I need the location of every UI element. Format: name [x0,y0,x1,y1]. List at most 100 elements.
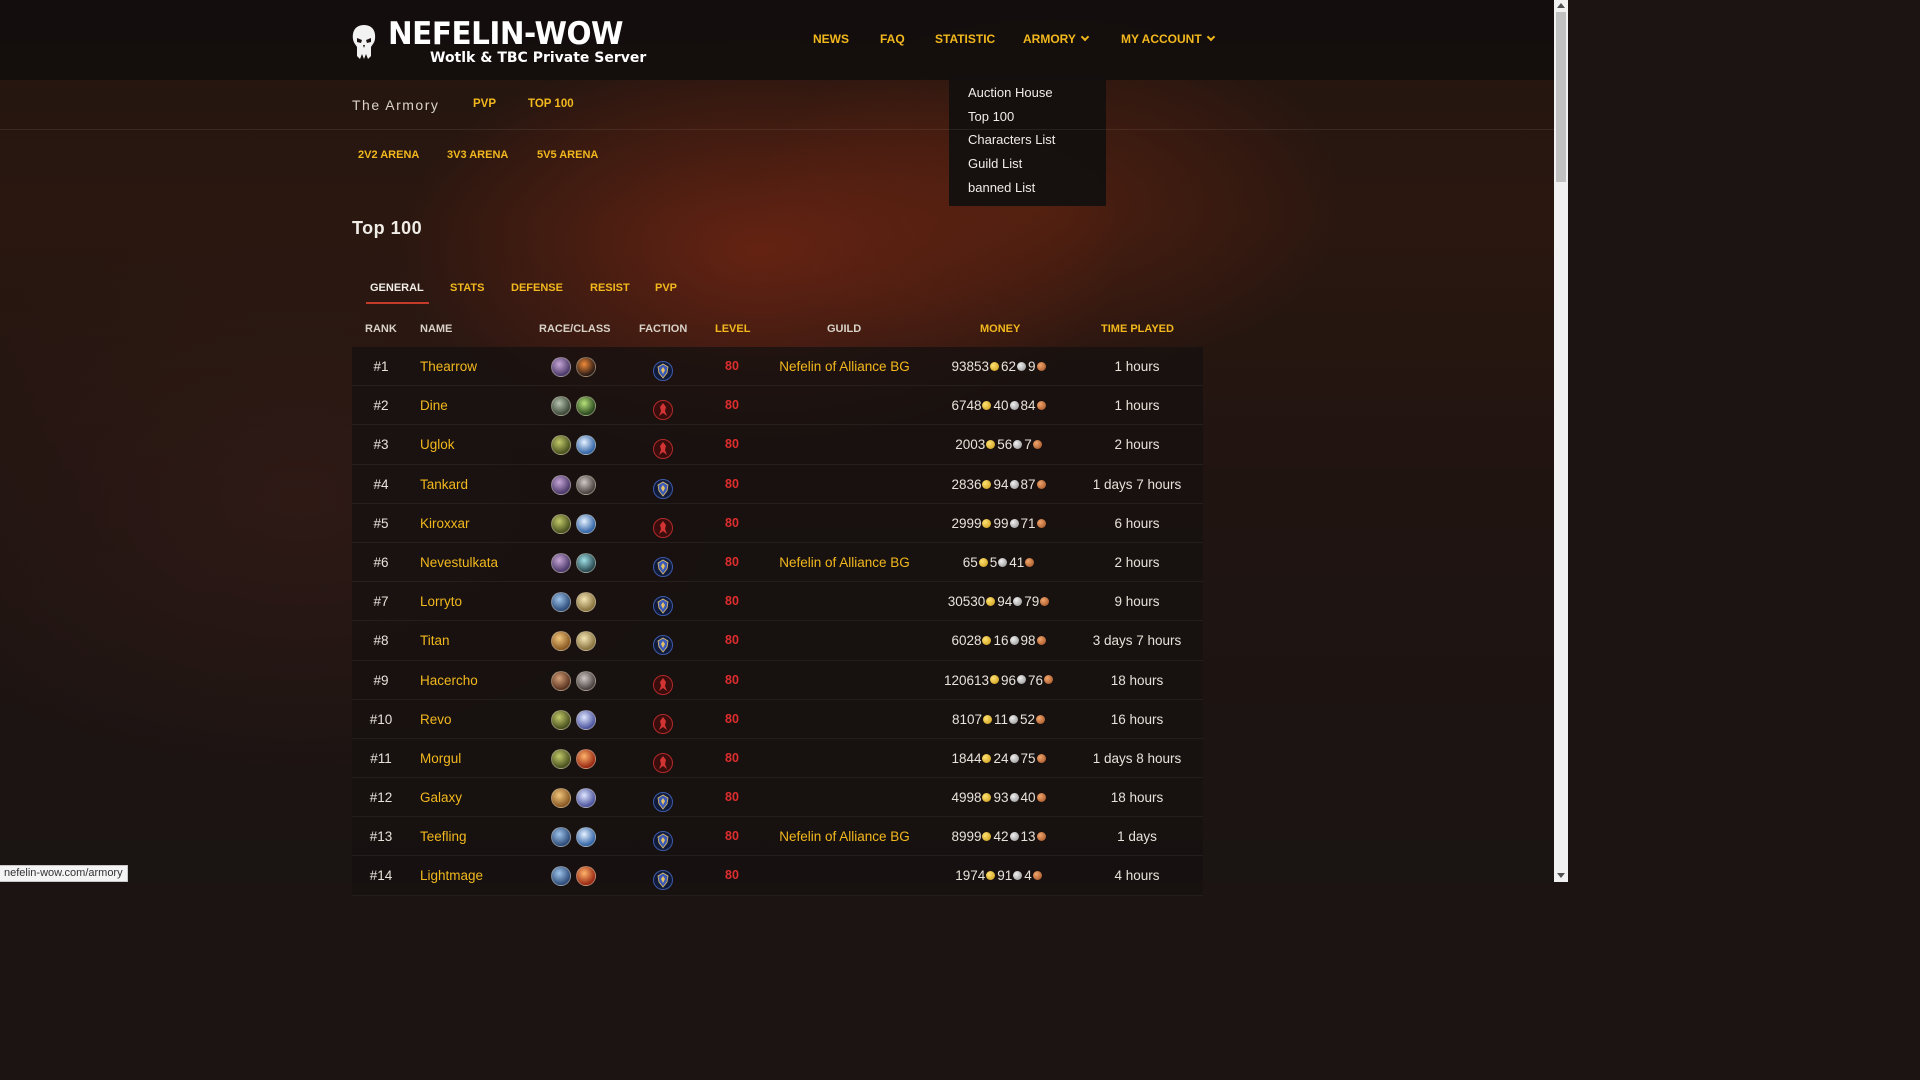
arena-3v3-link[interactable]: 3V3 ARENA [447,149,508,161]
menu-item-guild-list[interactable]: Guild List [949,155,1106,179]
player-name-link[interactable]: Kiroxxar [420,504,470,543]
level-cell: 80 [725,672,739,687]
nav-statistic[interactable]: STATISTIC [935,32,995,46]
table-row[interactable]: #11 Morgul 80 1844 24 75 1 days 8 hours [352,738,1203,779]
menu-item-characters-list[interactable]: Characters List [949,131,1106,155]
guild-link[interactable]: Nefelin of Alliance BG [757,817,932,856]
column-header-money[interactable]: MONEY [980,323,1020,335]
gold-coin-icon [986,871,996,881]
gold-amount: 1844 [951,750,982,766]
nav-faq[interactable]: FAQ [880,32,905,46]
column-header-time-played[interactable]: TIME PLAYED [1101,323,1174,335]
gold-coin-icon [990,675,999,685]
page-scrollbar[interactable] [1554,0,1568,882]
tab-resist[interactable]: RESIST [590,282,630,294]
player-name-link[interactable]: Titan [420,621,450,660]
player-name-link[interactable]: Lightmage [420,856,483,895]
subnav-top-100[interactable]: TOP 100 [528,98,574,110]
guild-link [757,856,932,895]
player-name-link[interactable]: Nevestulkata [420,543,498,582]
table-row[interactable]: #4 Tankard 80 2836 94 87 1 days 7 hours [352,464,1203,504]
subnav-pvp[interactable]: PVP [473,98,496,110]
nav-news[interactable]: NEWS [813,32,849,46]
player-name-link[interactable]: Revo [420,700,452,739]
silver-amount: 94 [997,594,1013,610]
table-row[interactable]: #6 Nevestulkata 80 Nefelin of Alliance BG 65… [352,542,1203,583]
horde-faction-icon [653,749,673,773]
scroll-up-arrow-icon[interactable] [1557,3,1565,8]
table-row[interactable]: #7 Lorryto 80 30530 94 79 9 hours [352,582,1203,622]
copper-amount: 87 [1020,476,1036,492]
player-name-link[interactable]: Thearrow [420,347,477,386]
table-row[interactable]: #5 Kiroxxar 80 2999 99 71 6 hours [352,503,1203,543]
table-row[interactable]: #1 Thearrow 80 Nefelin of Alliance BG 93853 6… [352,347,1203,387]
copper-coin-icon [1044,675,1054,685]
race-draenei-icon [551,474,571,495]
silver-coin-icon [1009,832,1019,842]
arena-5v5-link[interactable]: 5V5 ARENA [537,149,598,161]
race-gnome-icon [551,827,571,848]
time-played-cell: 1 days 7 hours [1092,476,1182,492]
tab-defense[interactable]: DEFENSE [511,282,563,294]
table-row[interactable]: #12 Galaxy 80 4998 93 40 18 hours [352,778,1203,818]
column-header-name: NAME [420,323,453,335]
player-name-link[interactable]: Tankard [420,465,468,504]
race-class-cell [551,474,596,495]
level-cell: 80 [725,750,739,765]
scroll-thumb[interactable] [1556,12,1566,182]
table-row[interactable]: #10 Revo 80 8107 11 52 16 hours [352,699,1203,739]
rank-cell: #9 [373,672,389,688]
player-name-link[interactable]: Galaxy [420,778,462,817]
copper-amount: 9 [1028,359,1036,374]
menu-item-banned-list[interactable]: banned List [949,179,1106,203]
race-orc-icon [551,709,571,730]
guild-link[interactable]: Nefelin of Alliance BG [757,347,932,386]
nav-armory[interactable]: ARMORY [1023,32,1090,46]
table-row[interactable]: #3 Uglok 80 2003 56 7 2 hours [352,425,1203,465]
nav-my-account[interactable]: MY ACCOUNT [1121,32,1215,46]
race-class-cell [551,552,596,573]
race-class-cell [551,866,596,887]
nav-my-account-label: MY ACCOUNT [1121,32,1202,46]
tab-stats[interactable]: STATS [450,282,484,294]
player-name-link[interactable]: Uglok [420,425,455,464]
level-cell: 80 [725,554,739,569]
copper-coin-icon [1040,597,1050,607]
silver-coin-icon [1013,597,1023,607]
table-row[interactable]: #14 Lightmage 80 1974 91 4 4 hours [352,856,1203,896]
player-name-link[interactable]: Morgul [420,739,461,778]
table-row[interactable]: #8 Titan 80 6028 16 98 3 days 7 hours [352,621,1203,661]
class-warrior-icon [576,474,596,495]
table-row[interactable]: #2 Dine 80 6748 40 84 1 hours [352,386,1203,426]
copper-coin-icon [1036,479,1046,489]
race-gnome-icon [551,866,571,887]
tab-general[interactable]: GENERAL [370,282,424,294]
player-name-link[interactable]: Hacercho [420,661,478,700]
copper-coin-icon [1036,518,1046,528]
arena-2v2-link[interactable]: 2V2 ARENA [358,149,419,161]
scroll-down-arrow-icon[interactable] [1557,873,1565,878]
class-hunter-icon [576,396,596,417]
horde-faction-icon [653,396,673,421]
guild-link[interactable]: Nefelin of Alliance BG [757,543,932,582]
rank-cell: #4 [373,476,389,492]
level-cell: 80 [725,711,739,726]
player-name-link[interactable]: Dine [420,386,448,425]
player-name-link[interactable]: Teefling [420,817,467,856]
column-header-level[interactable]: LEVEL [715,323,750,335]
table-row[interactable]: #9 Hacercho 80 120613 96 76 18 hours [352,660,1203,700]
rank-cell: #1 [373,359,389,374]
silver-amount: 16 [993,633,1009,649]
class-paladin-icon [576,592,596,613]
top100-table: #1 Thearrow 80 Nefelin of Alliance BG 93853 6… [352,347,1203,896]
alliance-faction-icon [653,475,673,499]
player-name-link[interactable]: Lorryto [420,582,462,621]
race-human-icon [551,631,571,652]
table-row[interactable]: #13 Teefling 80 Nefelin of Alliance BG 8999 4… [352,817,1203,857]
copper-amount: 71 [1020,515,1036,531]
tab-pvp[interactable]: PVP [655,282,677,294]
gold-coin-icon [982,479,992,489]
race-class-cell [551,513,596,534]
gold-amount: 4998 [951,790,982,806]
copper-amount: 40 [1020,790,1036,806]
